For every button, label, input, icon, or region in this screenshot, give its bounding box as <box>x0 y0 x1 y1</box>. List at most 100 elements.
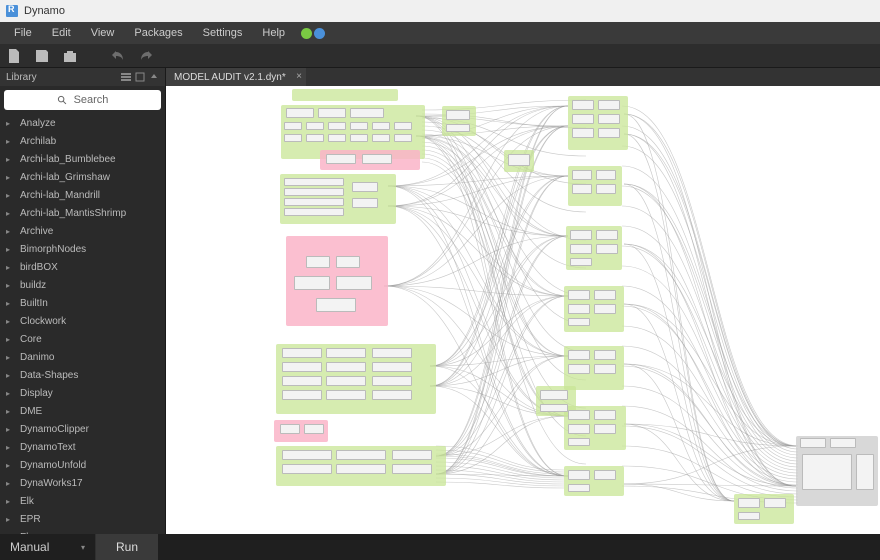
library-item[interactable]: ▸DynamoText <box>0 438 165 456</box>
graph-node[interactable] <box>568 318 590 326</box>
graph-node[interactable] <box>568 290 590 300</box>
graph-node[interactable] <box>282 348 322 358</box>
graph-node[interactable] <box>568 410 590 420</box>
graph-node[interactable] <box>280 424 300 434</box>
redo-icon[interactable] <box>138 48 154 64</box>
library-item[interactable]: ▸Data-Shapes <box>0 366 165 384</box>
graph-node[interactable] <box>594 350 616 360</box>
graph-node[interactable] <box>570 244 592 254</box>
library-view-icon[interactable] <box>121 72 131 82</box>
menu-view[interactable]: View <box>81 27 125 39</box>
graph-node[interactable] <box>284 134 302 142</box>
graph-node[interactable] <box>392 450 432 460</box>
library-item[interactable]: ▸Archi-lab_Grimshaw <box>0 168 165 186</box>
graph-node[interactable] <box>540 404 568 412</box>
menu-edit[interactable]: Edit <box>42 27 81 39</box>
library-item[interactable]: ▸DME <box>0 402 165 420</box>
graph-node[interactable] <box>394 134 412 142</box>
graph-node[interactable] <box>282 390 322 400</box>
graph-node[interactable] <box>294 276 330 290</box>
graph-node[interactable] <box>568 484 590 492</box>
graph-node[interactable] <box>350 134 368 142</box>
graph-node[interactable] <box>568 364 590 374</box>
library-item[interactable]: ▸birdBOX <box>0 258 165 276</box>
graph-node[interactable] <box>282 376 322 386</box>
graph-node[interactable] <box>594 470 616 480</box>
graph-node[interactable] <box>372 376 412 386</box>
graph-node[interactable] <box>286 108 314 118</box>
graph-node[interactable] <box>738 512 760 520</box>
graph-node[interactable] <box>318 108 346 118</box>
graph-node[interactable] <box>738 498 760 508</box>
library-item[interactable]: ▸BuiltIn <box>0 294 165 312</box>
graph-node[interactable] <box>372 122 390 130</box>
graph-node[interactable] <box>372 348 412 358</box>
graph-node[interactable] <box>568 438 590 446</box>
graph-node[interactable] <box>336 450 386 460</box>
graph-node[interactable] <box>598 114 620 124</box>
library-item[interactable]: ▸DynamoClipper <box>0 420 165 438</box>
graph-node[interactable] <box>350 122 368 130</box>
graph-node[interactable] <box>282 464 332 474</box>
menu-settings[interactable]: Settings <box>193 27 253 39</box>
library-item[interactable]: ▸Archi-lab_Mandrill <box>0 186 165 204</box>
library-item[interactable]: ▸Elk <box>0 492 165 510</box>
node-group[interactable] <box>292 89 398 101</box>
graph-node[interactable] <box>570 258 592 266</box>
graph-node[interactable] <box>392 464 432 474</box>
graph-node[interactable] <box>568 304 590 314</box>
graph-node[interactable] <box>596 170 616 180</box>
library-list[interactable]: ▸Analyze▸Archilab▸Archi-lab_Bumblebee▸Ar… <box>0 114 165 534</box>
graph-node[interactable] <box>594 364 616 374</box>
library-item[interactable]: ▸Archive <box>0 222 165 240</box>
library-item[interactable]: ▸Clockwork <box>0 312 165 330</box>
library-item[interactable]: ▸EPR <box>0 510 165 528</box>
graph-node[interactable] <box>350 108 384 118</box>
menu-file[interactable]: File <box>4 27 42 39</box>
graph-node[interactable] <box>352 198 378 208</box>
graph-canvas[interactable] <box>166 86 880 534</box>
graph-node[interactable] <box>304 424 324 434</box>
graph-node[interactable] <box>596 184 616 194</box>
undo-icon[interactable] <box>110 48 126 64</box>
run-button[interactable]: Run <box>96 534 158 560</box>
graph-node[interactable] <box>596 244 618 254</box>
graph-node[interactable] <box>326 390 366 400</box>
graph-node[interactable] <box>284 188 344 196</box>
library-collapse-icon[interactable] <box>135 72 145 82</box>
menu-packages[interactable]: Packages <box>124 27 192 39</box>
graph-node[interactable] <box>830 438 856 448</box>
document-tab[interactable]: MODEL AUDIT v2.1.dyn* × <box>166 68 306 86</box>
graph-node[interactable] <box>572 100 594 110</box>
graph-node[interactable] <box>306 256 330 268</box>
graph-node[interactable] <box>598 128 620 138</box>
graph-node[interactable] <box>570 230 592 240</box>
graph-node[interactable] <box>326 376 366 386</box>
new-file-icon[interactable] <box>6 48 22 64</box>
graph-node[interactable] <box>764 498 786 508</box>
graph-node[interactable] <box>372 390 412 400</box>
graph-node[interactable] <box>568 470 590 480</box>
graph-node[interactable] <box>328 122 346 130</box>
graph-node[interactable] <box>328 134 346 142</box>
graph-node[interactable] <box>594 424 616 434</box>
library-close-icon[interactable] <box>149 72 159 82</box>
library-item[interactable]: ▸Danimo <box>0 348 165 366</box>
graph-node[interactable] <box>802 454 852 490</box>
graph-node[interactable] <box>316 298 356 312</box>
graph-node[interactable] <box>306 122 324 130</box>
graph-node[interactable] <box>568 350 590 360</box>
library-item[interactable]: ▸Display <box>0 384 165 402</box>
library-item[interactable]: ▸Archi-lab_MantisShrimp <box>0 204 165 222</box>
graph-node[interactable] <box>326 154 356 164</box>
graph-node[interactable] <box>282 450 332 460</box>
graph-node[interactable] <box>572 170 592 180</box>
graph-node[interactable] <box>446 124 470 132</box>
graph-node[interactable] <box>568 424 590 434</box>
graph-node[interactable] <box>326 348 366 358</box>
graph-node[interactable] <box>394 122 412 130</box>
library-item[interactable]: ▸BimorphNodes <box>0 240 165 258</box>
graph-node[interactable] <box>572 128 594 138</box>
graph-node[interactable] <box>362 154 392 164</box>
graph-node[interactable] <box>856 454 874 490</box>
